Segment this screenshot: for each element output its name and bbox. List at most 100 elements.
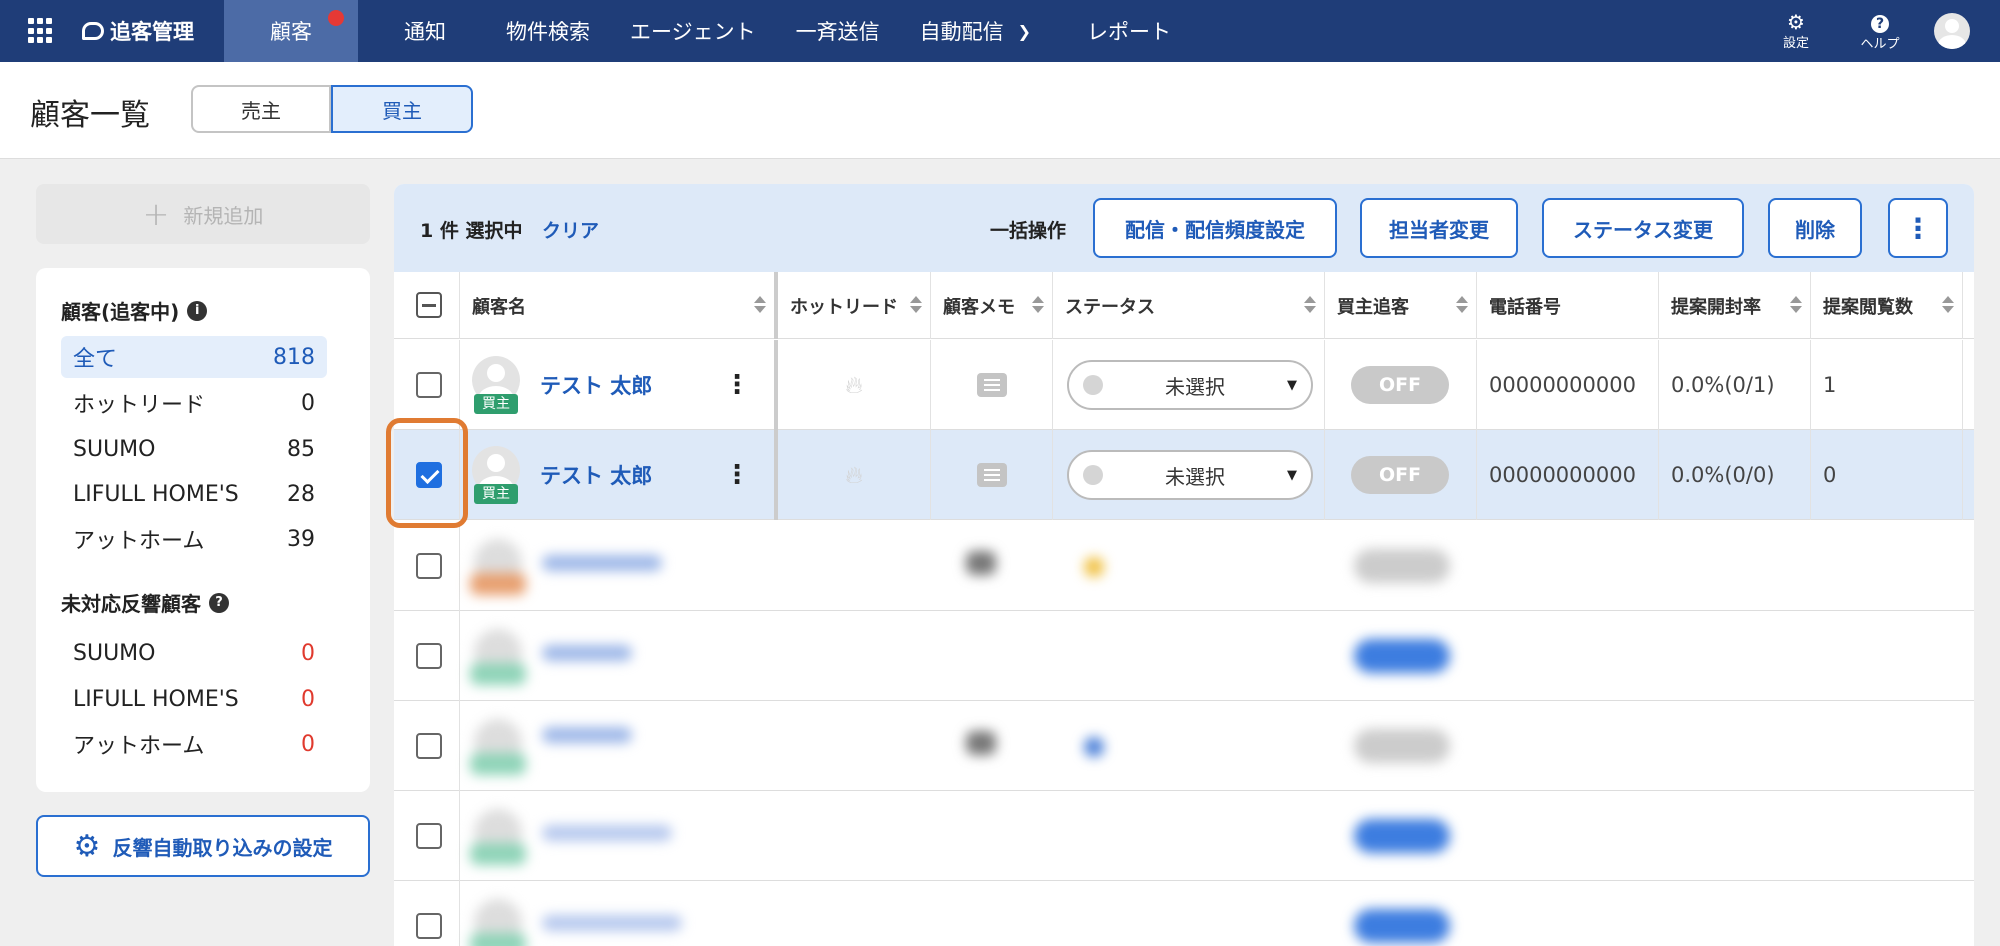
unhandled-item-athome[interactable]: アットホーム 0 [61, 723, 327, 765]
info-icon[interactable]: i [187, 300, 208, 321]
unhandled-item-suumo[interactable]: SUUMO 0 [61, 632, 327, 674]
filter-item-lifull[interactable]: LIFULL HOME'S 28 [61, 473, 327, 515]
section-title-following: 顧客(追客中) i [61, 296, 208, 325]
section-title-text: 未対応反響顧客 [61, 592, 201, 616]
row-checkbox[interactable] [416, 372, 442, 398]
help-icon[interactable]: ? [209, 592, 229, 613]
change-status-button[interactable]: ステータス変更 [1542, 198, 1744, 258]
tab-seller[interactable]: 売主 [191, 85, 331, 133]
change-assignee-button[interactable]: 担当者変更 [1360, 198, 1518, 258]
brand-logo[interactable]: 追客管理 [82, 16, 194, 46]
status-select[interactable]: 未選択 ▼ [1067, 360, 1313, 410]
filter-label: ホットリード [73, 393, 206, 418]
page-header: 顧客一覧 売主 買主 [0, 62, 2000, 159]
status-cell: 未選択 ▼ [1053, 340, 1325, 430]
filter-label: LIFULL HOME'S [73, 686, 239, 712]
table-row[interactable] [394, 521, 1974, 611]
page-title: 顧客一覧 [30, 98, 150, 133]
name-cell: 買主 テスト 太郎 ⋮ [460, 430, 778, 520]
help-button[interactable]: ? ヘルプ [1850, 11, 1910, 52]
nav-item-notifications[interactable]: 通知 [358, 0, 486, 62]
add-customer-button[interactable]: + 新規追加 [36, 184, 370, 244]
buyer-tag: 買主 [474, 394, 518, 414]
settings-button[interactable]: ⚙ 設定 [1766, 12, 1826, 51]
column-header-follow[interactable]: 買主追客 [1325, 272, 1477, 339]
column-header-open-rate[interactable]: 提案開封率 [1659, 272, 1811, 339]
follow-toggle[interactable]: OFF [1351, 366, 1449, 404]
row-menu-icon[interactable]: ⋮ [724, 460, 750, 490]
flame-icon[interactable]: 🔥︎ [845, 371, 863, 399]
hotlead-cell: 🔥︎ [778, 340, 931, 430]
row-checkbox[interactable] [416, 913, 442, 939]
nav-item-customers[interactable]: 顧客 [224, 0, 358, 62]
phone-cell: 00000000000 [1477, 430, 1659, 520]
more-actions-button[interactable]: ⋮ [1888, 198, 1948, 258]
nav-menu: 顧客 通知 物件検索 エージェント 一斉送信 自動配信 ❯ レポート [224, 0, 1191, 62]
filter-item-all[interactable]: 全て 818 [61, 336, 327, 378]
filter-item-hotlead[interactable]: ホットリード 0 [61, 382, 327, 424]
table-row[interactable] [394, 791, 1974, 881]
hotlead-cell: 🔥︎ [778, 430, 931, 520]
select-cell [394, 340, 460, 430]
table-row[interactable]: 買主 テスト 太郎 ⋮ 🔥︎ 未選択 ▼ OFF 00000000000 0.0… [394, 430, 1974, 520]
select-cell [394, 881, 460, 946]
delete-button[interactable]: 削除 [1768, 198, 1862, 258]
delivery-settings-button[interactable]: 配信・配信頻度設定 [1093, 198, 1337, 258]
column-header-phone: 電話番号 [1477, 272, 1659, 339]
gear-icon: ⚙ [1787, 9, 1805, 34]
customer-name-link[interactable]: テスト 太郎 [540, 460, 652, 490]
row-checkbox[interactable] [416, 733, 442, 759]
column-header-status[interactable]: ステータス [1053, 272, 1325, 339]
filter-count: 0 [301, 686, 315, 712]
follow-toggle[interactable]: OFF [1351, 456, 1449, 494]
row-checkbox[interactable] [416, 643, 442, 669]
row-checkbox[interactable] [416, 553, 442, 579]
app-grid-icon[interactable] [28, 18, 54, 44]
customer-name-link[interactable]: テスト 太郎 [540, 370, 652, 400]
memo-icon[interactable] [976, 463, 1007, 487]
filter-count: 28 [287, 481, 315, 507]
filter-item-athome[interactable]: アットホーム 39 [61, 518, 327, 560]
table-row[interactable] [394, 611, 1974, 701]
nav-item-agents[interactable]: エージェント [610, 0, 776, 62]
nav-item-label: 自動配信 [919, 20, 1004, 44]
nav-item-broadcast[interactable]: 一斉送信 [776, 0, 900, 62]
flame-icon[interactable]: 🔥︎ [845, 461, 863, 489]
nav-item-label: 顧客 [270, 20, 312, 44]
column-header-hotlead[interactable]: ホットリード [778, 272, 931, 339]
top-nav: 追客管理 顧客 通知 物件検索 エージェント 一斉送信 自動配信 ❯ レポート … [0, 0, 2000, 62]
row-checkbox[interactable] [416, 823, 442, 849]
tab-buyer[interactable]: 買主 [331, 85, 473, 133]
status-dot [1083, 465, 1103, 485]
column-label: ステータス [1065, 296, 1155, 318]
column-header-name[interactable]: 顧客名 [460, 272, 778, 339]
table-row[interactable] [394, 701, 1974, 791]
row-menu-icon[interactable]: ⋮ [724, 370, 750, 400]
selection-highlight [386, 418, 468, 528]
gear-icon: ⚙ [73, 828, 101, 864]
bulk-actions-label: 一括操作 [990, 220, 1067, 242]
status-cell: 未選択 ▼ [1053, 430, 1325, 520]
open-rate-cell: 0.0%(0/1) [1659, 340, 1811, 430]
clear-selection-link[interactable]: クリア [542, 216, 599, 243]
customer-table-panel: 1 件 選択中 クリア 一括操作 配信・配信頻度設定 担当者変更 ステータス変更… [394, 184, 1974, 946]
user-avatar[interactable] [1934, 13, 1970, 49]
column-header-views[interactable]: 提案閲覧数 [1811, 272, 1963, 339]
nav-item-auto-delivery[interactable]: 自動配信 ❯ [900, 0, 1051, 62]
name-cell: 買主 テスト 太郎 ⋮ [460, 340, 778, 430]
table-row[interactable] [394, 881, 1974, 946]
status-select[interactable]: 未選択 ▼ [1067, 450, 1313, 500]
filter-item-suumo[interactable]: SUUMO 85 [61, 428, 327, 470]
nav-item-property-search[interactable]: 物件検索 [486, 0, 610, 62]
status-dot [1083, 375, 1103, 395]
unhandled-item-lifull[interactable]: LIFULL HOME'S 0 [61, 678, 327, 720]
filter-count: 39 [287, 526, 315, 552]
select-all-checkbox[interactable] [416, 292, 442, 318]
auto-import-settings-button[interactable]: ⚙ 反響自動取り込みの設定 [36, 815, 370, 877]
nav-item-reports[interactable]: レポート [1051, 0, 1191, 62]
memo-icon[interactable] [976, 373, 1007, 397]
filter-count: 0 [301, 390, 315, 416]
table-row[interactable]: 買主 テスト 太郎 ⋮ 🔥︎ 未選択 ▼ OFF 00000000000 0.0… [394, 340, 1974, 430]
nav-item-label: 一斉送信 [795, 20, 880, 44]
column-header-memo[interactable]: 顧客メモ [931, 272, 1053, 339]
